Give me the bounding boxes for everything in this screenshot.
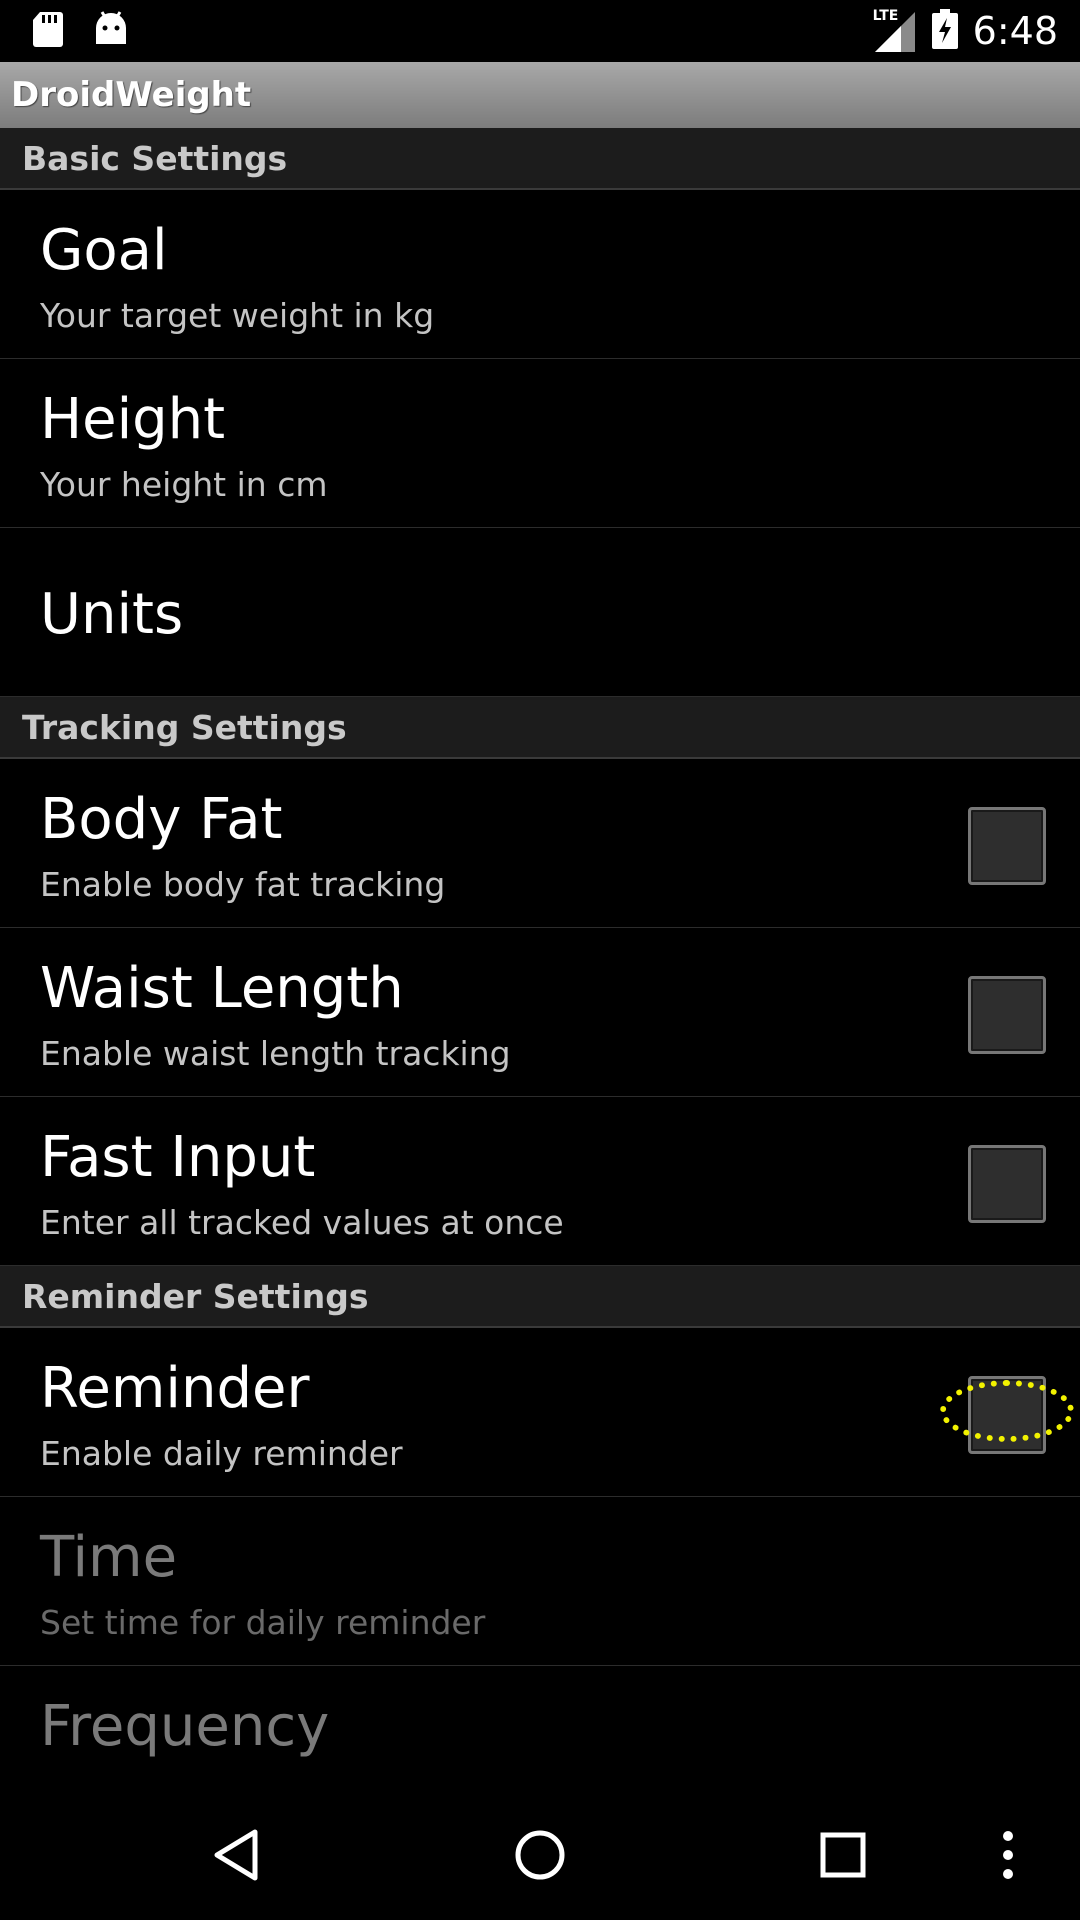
recents-icon[interactable] <box>803 1820 883 1890</box>
pref-title: Waist Length <box>40 956 404 1021</box>
pref-title: Height <box>40 387 226 452</box>
pref-units[interactable]: Units <box>0 528 1080 697</box>
lte-signal-icon: LTE <box>871 8 917 54</box>
reminder-checkbox[interactable] <box>968 1376 1046 1454</box>
pref-goal[interactable]: Goal Your target weight in kg <box>0 190 1080 359</box>
pref-title: Frequency <box>40 1694 330 1759</box>
settings-list[interactable]: Basic Settings Goal Your target weight i… <box>0 128 1080 1790</box>
status-bar: LTE 6:48 <box>0 0 1080 62</box>
pref-body-fat[interactable]: Body Fat Enable body fat tracking <box>0 759 1080 928</box>
pref-frequency[interactable]: Frequency <box>0 1666 1080 1790</box>
category-reminder-settings: Reminder Settings <box>0 1266 1080 1328</box>
pref-summary: Enable body fat tracking <box>40 865 446 904</box>
pref-title: Body Fat <box>40 787 283 852</box>
category-title: Basic Settings <box>22 138 288 178</box>
pref-summary: Set time for daily reminder <box>40 1603 486 1642</box>
category-basic-settings: Basic Settings <box>0 128 1080 190</box>
navigation-bar <box>0 1790 1080 1920</box>
back-icon[interactable] <box>196 1820 276 1890</box>
category-tracking-settings: Tracking Settings <box>0 697 1080 759</box>
category-title: Reminder Settings <box>22 1276 369 1316</box>
body-fat-checkbox[interactable] <box>968 807 1046 885</box>
pref-title: Time <box>40 1525 178 1590</box>
pref-summary: Your target weight in kg <box>40 296 435 335</box>
pref-reminder[interactable]: Reminder Enable daily reminder <box>0 1328 1080 1497</box>
overflow-menu-icon[interactable] <box>988 1820 1028 1890</box>
pref-fast-input[interactable]: Fast Input Enter all tracked values at o… <box>0 1097 1080 1266</box>
home-icon[interactable] <box>500 1820 580 1890</box>
app-title-bar: DroidWeight <box>0 62 1080 129</box>
status-time: 6:48 <box>972 9 1058 53</box>
pref-height[interactable]: Height Your height in cm <box>0 359 1080 528</box>
pref-summary: Enable daily reminder <box>40 1434 403 1473</box>
fast-input-checkbox[interactable] <box>968 1145 1046 1223</box>
pref-title: Goal <box>40 218 168 283</box>
category-title: Tracking Settings <box>22 707 347 747</box>
pref-title: Units <box>40 582 184 647</box>
pref-title: Fast Input <box>40 1125 316 1190</box>
app-title: DroidWeight <box>11 75 252 115</box>
sd-card-icon <box>32 10 64 52</box>
waist-length-checkbox[interactable] <box>968 976 1046 1054</box>
android-debug-icon <box>94 10 128 52</box>
battery-charging-icon <box>931 9 959 53</box>
pref-summary: Your height in cm <box>40 465 328 504</box>
pref-summary: Enter all tracked values at once <box>40 1203 564 1242</box>
pref-time[interactable]: Time Set time for daily reminder <box>0 1497 1080 1666</box>
pref-title: Reminder <box>40 1356 310 1421</box>
pref-waist-length[interactable]: Waist Length Enable waist length trackin… <box>0 928 1080 1097</box>
pref-summary: Enable waist length tracking <box>40 1034 511 1073</box>
